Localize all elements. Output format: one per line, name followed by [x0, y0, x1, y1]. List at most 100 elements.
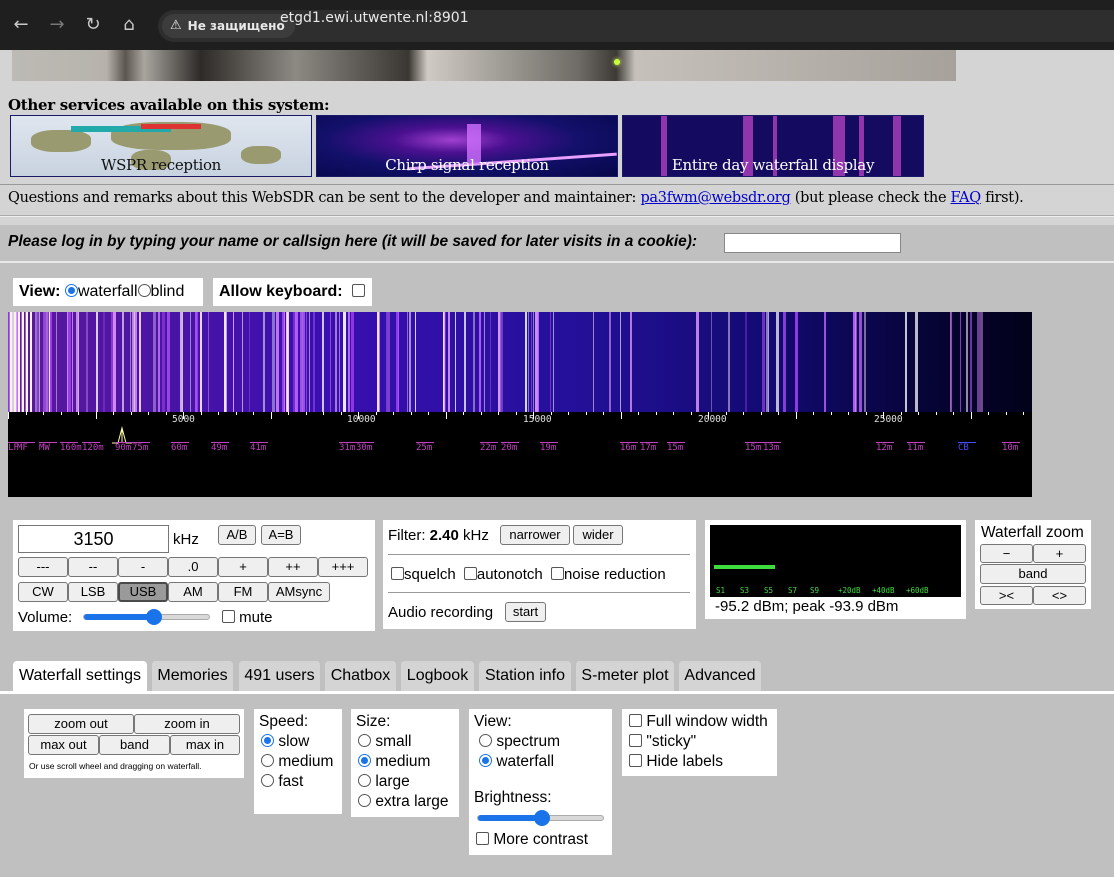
band-label[interactable]: 15m: [667, 443, 683, 453]
band-label[interactable]: 10m: [1002, 443, 1018, 453]
speed-medium-radio[interactable]: [261, 754, 274, 767]
zoom-left-button[interactable]: ><: [980, 586, 1033, 605]
size-small-radio[interactable]: [358, 734, 371, 747]
mode-am-button[interactable]: AM: [168, 582, 218, 602]
narrower-button[interactable]: narrower: [500, 525, 570, 545]
blind-radio[interactable]: [137, 284, 151, 297]
waterfall-display[interactable]: [8, 312, 1032, 412]
tab-station-info[interactable]: Station info: [479, 661, 571, 691]
step-up-2-button[interactable]: ++: [268, 557, 318, 577]
tab-chatbox[interactable]: Chatbox: [325, 661, 396, 691]
tab-memories[interactable]: Memories: [152, 661, 233, 691]
mode-lsb-button[interactable]: LSB: [68, 582, 118, 602]
band-label[interactable]: 41m: [250, 443, 266, 453]
frequency-scale[interactable]: 5000 10000 15000 20000 25000 LF MF MW 160m 120m 90…: [8, 412, 1032, 497]
mode-fm-button[interactable]: FM: [218, 582, 268, 602]
callsign-input[interactable]: [724, 233, 901, 253]
zoom-out-button[interactable]: zoom out: [28, 714, 134, 734]
security-chip[interactable]: ⚠ Не защищено: [162, 14, 295, 38]
start-recording-button[interactable]: start: [505, 602, 546, 622]
band-label[interactable]: 160m: [60, 443, 82, 453]
wspr-service-link[interactable]: WSPR reception: [10, 115, 312, 177]
tab-waterfall-settings[interactable]: Waterfall settings: [13, 661, 147, 692]
tab-logbook[interactable]: Logbook: [401, 661, 474, 691]
band-label[interactable]: 90m: [115, 443, 131, 453]
band-label[interactable]: 60m: [171, 443, 187, 453]
step-up-1-button[interactable]: +: [218, 557, 268, 577]
band-label[interactable]: 13m: [763, 443, 779, 453]
step-up-3-button[interactable]: +++: [318, 557, 368, 577]
mode-usb-button[interactable]: USB: [118, 582, 168, 602]
band-label[interactable]: 22m: [480, 443, 496, 453]
squelch-checkbox[interactable]: [391, 567, 404, 580]
frequency-input[interactable]: 3150: [18, 525, 169, 553]
size-large-radio[interactable]: [358, 774, 371, 787]
home-icon[interactable]: ⌂: [118, 14, 140, 36]
keyboard-checkbox[interactable]: [352, 284, 366, 297]
speed-fast-radio[interactable]: [261, 774, 274, 787]
brightness-knob[interactable]: [533, 810, 550, 826]
max-out-button[interactable]: max out: [28, 735, 99, 755]
tab-smeter-plot[interactable]: S-meter plot: [576, 661, 674, 691]
step-down-3-button[interactable]: ---: [18, 557, 68, 577]
hide-labels-label: Hide labels: [646, 753, 723, 770]
zoom-minus-button[interactable]: −: [980, 544, 1033, 563]
band-label[interactable]: 17m: [640, 443, 656, 453]
address-bar[interactable]: ⚠ Не защищено etgd1.ewi.utwente.nl:8901: [158, 10, 1114, 42]
waterfall-radio[interactable]: [64, 284, 78, 297]
band-label[interactable]: 30m: [356, 443, 372, 453]
chirp-service-link[interactable]: Chirp signal reception: [316, 115, 618, 177]
band-label[interactable]: 11m: [907, 443, 923, 453]
band-label[interactable]: 20m: [501, 443, 517, 453]
size-medium-radio[interactable]: [358, 754, 371, 767]
hide-labels-checkbox[interactable]: [629, 754, 642, 767]
zoom-in-button[interactable]: zoom in: [134, 714, 240, 734]
day-waterfall-service-link[interactable]: Entire day waterfall display: [622, 115, 924, 177]
band-label[interactable]: MF: [17, 443, 28, 453]
tab-users[interactable]: 491 users: [239, 661, 320, 691]
band-label[interactable]: 31m: [339, 443, 355, 453]
full-width-checkbox[interactable]: [629, 714, 642, 727]
ab-button[interactable]: A/B: [218, 525, 256, 545]
band-label[interactable]: 19m: [540, 443, 556, 453]
email-link[interactable]: pa3fwm@websdr.org: [640, 190, 790, 206]
mode-amsync-button[interactable]: AMsync: [268, 582, 330, 602]
volume-slider[interactable]: [83, 609, 210, 625]
more-contrast-checkbox[interactable]: [476, 832, 489, 845]
tab-advanced[interactable]: Advanced: [679, 661, 761, 691]
round-button[interactable]: .0: [168, 557, 218, 577]
volume-knob[interactable]: [145, 609, 162, 625]
band-label[interactable]: 75m: [132, 443, 148, 453]
step-down-2-button[interactable]: --: [68, 557, 118, 577]
wider-button[interactable]: wider: [573, 525, 623, 545]
zoom-right-button[interactable]: <>: [1033, 586, 1086, 605]
band-label[interactable]: CB: [958, 443, 969, 453]
band-label[interactable]: 16m: [620, 443, 636, 453]
speed-slow-radio[interactable]: [261, 734, 274, 747]
waterfall-view-radio[interactable]: [479, 754, 492, 767]
mode-cw-button[interactable]: CW: [18, 582, 68, 602]
spectrum-radio[interactable]: [479, 734, 492, 747]
max-in-button[interactable]: max in: [170, 735, 240, 755]
autonotch-checkbox[interactable]: [463, 567, 477, 580]
size-extra-large-radio[interactable]: [358, 794, 371, 807]
band-label[interactable]: 49m: [211, 443, 227, 453]
zoom-band-button[interactable]: band: [980, 564, 1086, 584]
step-down-1-button[interactable]: -: [118, 557, 168, 577]
band-label[interactable]: MW: [39, 443, 50, 453]
back-icon[interactable]: ←: [10, 14, 32, 36]
sticky-checkbox[interactable]: [629, 734, 642, 747]
forward-icon[interactable]: →: [46, 14, 68, 36]
band-label[interactable]: 15m: [745, 443, 761, 453]
band-label[interactable]: 25m: [416, 443, 432, 453]
zoom-plus-button[interactable]: +: [1033, 544, 1086, 563]
reload-icon[interactable]: ↻: [82, 14, 104, 36]
brightness-slider[interactable]: [477, 810, 604, 826]
noise-reduction-checkbox[interactable]: [550, 567, 564, 580]
mute-checkbox[interactable]: [222, 610, 235, 623]
a-equals-b-button[interactable]: A=B: [261, 525, 301, 545]
band-label[interactable]: 120m: [82, 443, 104, 453]
band-label[interactable]: 12m: [876, 443, 892, 453]
band-button[interactable]: band: [99, 735, 170, 755]
faq-link[interactable]: FAQ: [951, 190, 982, 206]
